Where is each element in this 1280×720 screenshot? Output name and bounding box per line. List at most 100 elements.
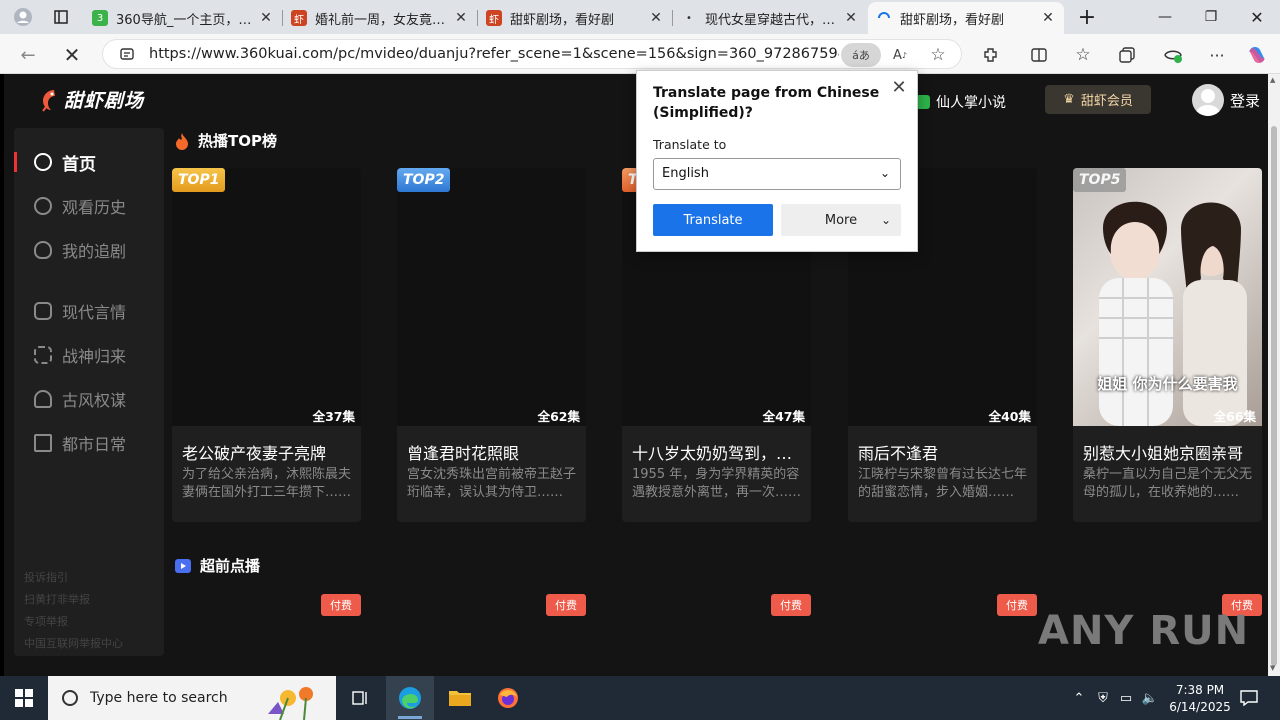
fire-icon — [176, 132, 188, 150]
footer-link-report-porn[interactable]: 扫黄打非举报 — [24, 591, 90, 607]
loading-icon — [876, 10, 892, 26]
search-icon — [62, 690, 78, 706]
clock-icon — [34, 197, 52, 215]
login-button[interactable]: 登录 — [1192, 84, 1260, 116]
sidebar-item-urban[interactable]: 都市日常 — [14, 421, 164, 465]
paid-badge: 付费 — [771, 594, 811, 616]
extensions-icon[interactable] — [978, 42, 1004, 68]
footer-link-complaint[interactable]: 投诉指引 — [24, 569, 68, 585]
read-aloud-icon[interactable]: A ♪ — [887, 43, 913, 67]
copilot-icon[interactable] — [1244, 42, 1270, 68]
close-icon[interactable]: ✕ — [453, 10, 469, 26]
avatar — [1192, 84, 1224, 116]
drama-card[interactable]: TOP1 全37集 老公破产夜妻子亮牌 为了给父亲治病，沐熙陈晨夫妻俩在国外打工… — [172, 168, 361, 522]
new-tab-icon[interactable]: + — [1064, 0, 1110, 34]
episode-count: 全62集 — [537, 409, 580, 424]
video-play-icon — [175, 558, 191, 573]
paid-badge: 付费 — [546, 594, 586, 616]
home-icon — [34, 153, 52, 171]
translate-to-label: Translate to — [653, 137, 727, 152]
footer-link-special-report[interactable]: 专项举报 — [24, 613, 68, 629]
settings-more-icon[interactable]: ··· — [1204, 42, 1230, 68]
poster-image — [172, 168, 361, 426]
sidebar-item-war-god[interactable]: 战神归来 — [14, 333, 164, 377]
language-select[interactable]: English ⌄ — [653, 158, 901, 190]
show-hidden-icons[interactable]: ⌃ — [1068, 676, 1090, 720]
drama-title: 雨后不逢君 — [858, 444, 939, 463]
page-scrollbar[interactable]: ▲ ▼ — [1268, 74, 1280, 676]
close-icon[interactable]: ✕ — [843, 10, 859, 26]
tab-active[interactable]: 甜虾剧场，看好剧 ✕ — [868, 2, 1064, 34]
drama-description: 桑柠一直以为自己是个无父无母的孤儿，在收养她的…… — [1083, 467, 1253, 500]
flower-decoration-icon — [268, 687, 313, 720]
sidebar-item-history[interactable]: 观看历史 — [14, 184, 164, 228]
volume-icon[interactable]: 🔈 — [1140, 676, 1160, 720]
rank-badge: TOP1 — [172, 168, 226, 192]
split-screen-icon[interactable] — [1026, 42, 1052, 68]
stop-loading-icon[interactable]: ✕ — [58, 41, 86, 69]
xianrenzhang-novel-link[interactable]: 仙人掌小说 — [916, 92, 1006, 112]
sidebar-item-following[interactable]: 我的追剧 — [14, 228, 164, 272]
poster-image — [397, 168, 586, 426]
more-button[interactable]: More ⌄ — [781, 204, 901, 236]
rank-badge: TOP2 — [397, 168, 451, 192]
notifications-icon[interactable] — [1234, 676, 1264, 720]
translate-popup: Translate page from Chinese (Simplified)… — [636, 70, 918, 252]
close-icon[interactable]: ✕ — [889, 77, 909, 98]
close-icon[interactable]: ✕ — [1040, 10, 1056, 26]
poster-image: 姐姐 你为什么要害我 — [1073, 168, 1262, 426]
sidebar-item-ancient[interactable]: 古风权谋 — [14, 377, 164, 421]
close-icon[interactable]: ✕ — [258, 10, 274, 26]
firefox-icon[interactable] — [484, 676, 532, 720]
anyrun-watermark: ANY RUN — [1038, 608, 1250, 654]
window-close-icon[interactable]: ✕ — [1234, 0, 1280, 34]
drama-description: 江晓柠与宋黎曾有过长达七年的甜蜜恋情，步入婚姻…… — [858, 467, 1028, 500]
crown-icon: ♛ — [1063, 92, 1075, 107]
rank-badge: TOP5 — [1073, 168, 1127, 192]
shrimp-icon: 虾 — [291, 10, 307, 26]
translate-button[interactable]: Translate — [653, 204, 773, 236]
favorite-star-icon[interactable]: ☆ — [925, 43, 951, 67]
scroll-up-icon[interactable]: ▲ — [1270, 76, 1275, 84]
tab-actions-icon[interactable] — [38, 0, 84, 34]
heart-icon — [34, 241, 52, 259]
tab-tianxia[interactable]: 虾 甜虾剧场，看好剧 ✕ — [478, 2, 672, 34]
close-icon[interactable]: ✕ — [648, 10, 664, 26]
back-icon[interactable]: ← — [14, 41, 42, 69]
tab-modern[interactable]: • 现代女星穿越古代，被迫 ✕ — [673, 2, 867, 34]
security-tray-icon[interactable]: ⛨ — [1093, 676, 1113, 720]
site-logo[interactable]: 甜虾剧场 — [38, 86, 144, 113]
site-info-icon[interactable] — [119, 46, 135, 62]
vip-button[interactable]: ♛ 甜虾会员 — [1045, 85, 1151, 114]
translate-icon[interactable]: áあ — [841, 43, 881, 67]
collections-icon[interactable] — [1114, 42, 1140, 68]
sidebar-item-home[interactable]: 首页 — [14, 140, 164, 184]
sofa-icon — [34, 302, 52, 320]
task-view-icon[interactable] — [336, 676, 384, 720]
windows-start-icon[interactable] — [0, 676, 48, 720]
scroll-down-icon[interactable]: ▼ — [1270, 664, 1275, 672]
tab-360[interactable]: 3 360导航_一个主页，整个世界 ✕ — [84, 2, 282, 34]
restore-icon[interactable]: ❐ — [1188, 0, 1234, 34]
episode-count: 全66集 — [1213, 409, 1256, 424]
translate-popup-title: Translate page from Chinese (Simplified)… — [653, 85, 880, 121]
drama-card[interactable]: 姐姐 你为什么要害我 TOP5 全66集 别惹大小姐她京圈亲哥 桑柠一直以为自己… — [1073, 168, 1262, 522]
taskbar-clock[interactable]: 7:38 PM 6/14/2025 — [1160, 682, 1240, 716]
paid-badge: 付费 — [321, 594, 361, 616]
footer-link-internet-report[interactable]: 中国互联网举报中心 — [24, 635, 123, 651]
network-icon[interactable]: ▭ — [1116, 676, 1136, 720]
building-icon — [34, 434, 52, 452]
favorites-icon[interactable]: ☆ — [1070, 42, 1096, 68]
edge-taskbar-icon[interactable] — [386, 676, 434, 720]
scrollbar-thumb[interactable] — [1271, 126, 1277, 666]
browser-essentials-icon[interactable] — [1160, 42, 1186, 68]
section-title-hot: 热播TOP榜 — [174, 130, 277, 151]
drama-card[interactable]: TOP2 全62集 曾逢君时花照眼 宫女沈秀珠出宫前被帝王赵子珩临幸，误认其为侍… — [397, 168, 586, 522]
minimize-icon[interactable]: — — [1142, 0, 1188, 34]
section-title-advance: 超前点播 — [174, 555, 260, 576]
sidebar-item-modern-romance[interactable]: 现代言情 — [14, 289, 164, 333]
tab-wedding[interactable]: 虾 婚礼前一周，女友竟然偷偷 ✕ — [283, 2, 477, 34]
taskbar-search-input[interactable]: Type here to search — [48, 676, 336, 720]
file-explorer-icon[interactable] — [436, 676, 484, 720]
url-field[interactable]: https://www.360kuai.com/pc/mvideo/duanju… — [102, 39, 962, 69]
